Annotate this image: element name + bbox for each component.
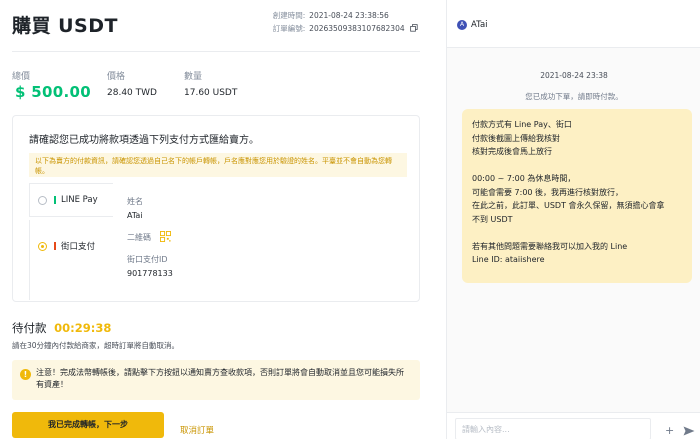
quantity-label: 數量 bbox=[184, 72, 203, 82]
chat-composer bbox=[447, 412, 700, 439]
qr-code-icon[interactable] bbox=[159, 231, 171, 242]
message-line: 核對完成後會馬上放行 bbox=[472, 147, 552, 156]
order-panel: 購買 USDT 創建時間: 2021-08-24 23:38:56 訂單編號: … bbox=[0, 0, 446, 439]
plus-icon[interactable]: + bbox=[665, 424, 674, 437]
pending-label: 待付款 bbox=[12, 321, 47, 335]
jkopay-id-value: 901778133 bbox=[127, 269, 173, 278]
payment-method-label: LINE Pay bbox=[61, 195, 98, 205]
countdown-timer: 00:29:38 bbox=[54, 321, 112, 335]
jkopay-id-label: 街口支付ID bbox=[127, 255, 168, 264]
total-value: $ 500.00 bbox=[15, 83, 91, 101]
message-line: 付款後截圖上傳給我核對 bbox=[472, 133, 560, 143]
message-line: 在此之前，此訂單、USDT 會永久保留，無須擔心會拿 bbox=[472, 201, 665, 210]
divider bbox=[12, 51, 420, 52]
created-time-label: 創建時間: bbox=[272, 11, 306, 20]
message-line: 付款方式有 Line Pay、街口 bbox=[472, 120, 572, 129]
chat-system-message: 您已成功下單，請即時付款。 bbox=[525, 92, 623, 101]
seller-name-value: ATai bbox=[127, 211, 143, 220]
total-label: 總價 bbox=[12, 72, 31, 82]
avatar: A bbox=[457, 20, 467, 30]
chat-timestamp: 2021-08-24 23:38 bbox=[540, 71, 608, 80]
chat-contact-name: ATai bbox=[471, 20, 488, 30]
chat-message-bubble: 付款方式有 Line Pay、街口 付款後截圖上傳給我核對 核對完成後會馬上放行… bbox=[462, 109, 692, 283]
order-number-label: 訂單編號: bbox=[272, 23, 306, 33]
warning-text: 注意！完成法幣轉帳後，請點擊下方按鈕以通知賣方查收款項，否則訂單將會自動取消並且… bbox=[36, 368, 404, 389]
seller-name-label: 姓名 bbox=[127, 197, 143, 206]
price-label: 價格 bbox=[107, 72, 126, 82]
method-column-border bbox=[29, 220, 113, 300]
message-line: 可能會需要 7:00 後，我再進行核對放行， bbox=[472, 187, 624, 197]
price-value: 28.40 TWD bbox=[107, 88, 157, 98]
warning-banner: ! 注意！完成法幣轉帳後，請點擊下方按鈕以通知賣方查收款項，否則訂單將會自動取消… bbox=[12, 360, 420, 400]
cancel-order-link[interactable]: 取消訂單 bbox=[180, 424, 214, 436]
qr-code-label: 二維碼 bbox=[127, 233, 151, 242]
qr-code-row: 二維碼 bbox=[127, 231, 171, 243]
pending-status: 待付款 00:29:38 bbox=[12, 320, 111, 336]
chat-header: A ATai bbox=[447, 0, 700, 48]
payment-notice: 以下為賣方的付款資訊，請確認您透過自己名下的帳戶轉帳，戶名應對應您用於驗證的姓名… bbox=[29, 153, 407, 177]
page-title: 購買 USDT bbox=[12, 15, 118, 37]
message-line: 若有其他問題需要聯絡我可以加入我的 Line bbox=[472, 241, 628, 251]
message-line bbox=[472, 159, 682, 173]
message-line: 00:00 ~ 7:00 為休息時間， bbox=[472, 174, 576, 183]
chat-panel: A ATai 2021-08-24 23:38 您已成功下單，請即時付款。 付款… bbox=[446, 0, 700, 439]
created-time-value: 2021-08-24 23:38:56 bbox=[309, 11, 389, 20]
message-line: Line ID: ataiishere bbox=[472, 255, 545, 264]
payment-method-line-pay[interactable]: LINE Pay bbox=[29, 183, 113, 217]
send-icon[interactable] bbox=[683, 426, 695, 436]
quantity-value: 17.60 USDT bbox=[184, 88, 238, 98]
confirm-transfer-button[interactable]: 我已完成轉帳，下一步 bbox=[12, 412, 164, 438]
radio-icon[interactable] bbox=[38, 195, 47, 205]
payment-heading: 請確認您已成功將款項透過下列支付方式匯給賣方。 bbox=[29, 135, 259, 146]
message-line bbox=[472, 226, 682, 240]
order-number-value: 20263509383107682304 bbox=[309, 23, 405, 33]
payment-card: 請確認您已成功將款項透過下列支付方式匯給賣方。 以下為賣方的付款資訊，請確認您透… bbox=[12, 115, 420, 302]
copy-icon[interactable] bbox=[410, 23, 418, 32]
warning-icon: ! bbox=[20, 369, 31, 380]
method-color-bar bbox=[54, 196, 56, 204]
pending-subtext: 請在30分鐘內付款給商家，超時訂單將自動取消。 bbox=[12, 341, 180, 350]
message-line: 不到 USDT bbox=[472, 214, 513, 224]
order-meta: 創建時間: 2021-08-24 23:38:56 訂單編號: 20263509… bbox=[273, 10, 418, 35]
created-time-row: 創建時間: 2021-08-24 23:38:56 bbox=[273, 10, 418, 23]
order-number-row: 訂單編號: 20263509383107682304 bbox=[273, 23, 418, 36]
chat-input[interactable] bbox=[455, 418, 651, 439]
